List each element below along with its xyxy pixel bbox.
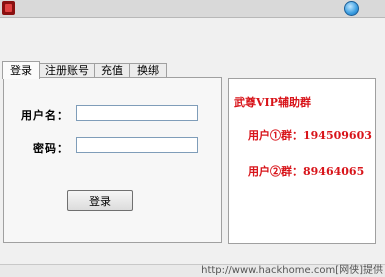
vip-group-title: 武尊VIP辅助群 <box>234 96 311 109</box>
tab-recharge[interactable]: 充值 <box>94 63 130 78</box>
close-orb-icon[interactable] <box>344 1 359 16</box>
title-bar <box>0 0 385 18</box>
watermark-text: http://www.hackhome.com[网侠]提供 <box>201 265 383 276</box>
tab-register[interactable]: 注册账号 <box>39 63 95 78</box>
username-input[interactable] <box>76 105 198 121</box>
tab-login[interactable]: 登录 <box>2 61 40 79</box>
login-button[interactable]: 登录 <box>67 190 133 211</box>
info-panel: 武尊VIP辅助群 用户①群：194509603 用户②群：89464065 <box>228 78 376 244</box>
password-input[interactable] <box>76 137 198 153</box>
user-group-2: 用户②群：89464065 <box>248 165 365 178</box>
game-icon <box>2 1 15 15</box>
password-label: 密码： <box>33 142 69 155</box>
user-group-1: 用户①群：194509603 <box>248 129 372 142</box>
tab-rebind[interactable]: 换绑 <box>129 63 167 78</box>
login-panel: 用户名： 密码： 登录 <box>3 77 222 243</box>
status-bar: http://www.hackhome.com[网侠]提供 <box>0 264 385 277</box>
username-label: 用户名： <box>21 109 69 122</box>
